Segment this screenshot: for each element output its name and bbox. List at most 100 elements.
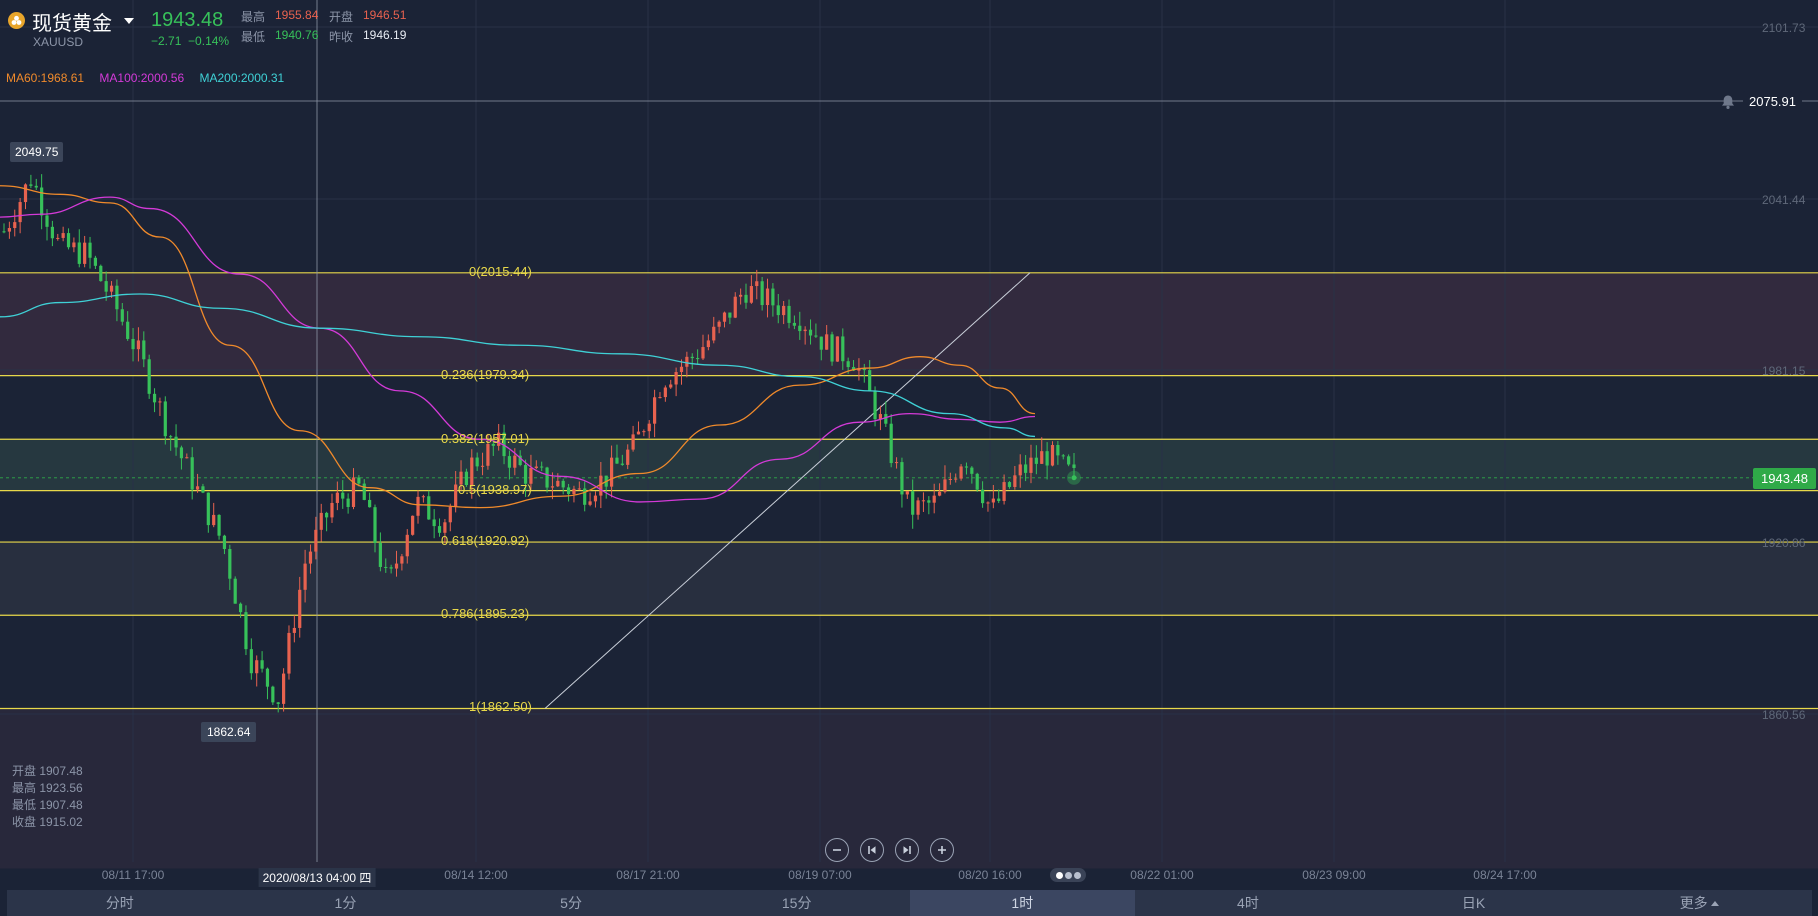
time-scroll-handle[interactable] — [1050, 868, 1086, 882]
jump-end-icon[interactable] — [895, 838, 919, 862]
candle-body — [341, 492, 345, 499]
candle-body — [1013, 475, 1017, 487]
candle-body — [72, 242, 76, 248]
candle-body — [99, 265, 103, 282]
candle-body — [776, 305, 780, 316]
jump-start-icon[interactable] — [860, 838, 884, 862]
candle-body — [674, 372, 678, 385]
candle-body — [803, 329, 807, 332]
candle-body — [29, 184, 33, 186]
chevron-down-icon[interactable] — [124, 18, 134, 24]
candle-body — [66, 233, 71, 248]
candle-body — [56, 237, 60, 239]
candle-body — [152, 393, 157, 403]
candle-body — [23, 184, 28, 203]
candle-body — [932, 495, 936, 503]
tab-1hour[interactable]: 1时 — [909, 890, 1136, 916]
tab-fenshi[interactable]: 分时 — [7, 890, 233, 916]
zoom-in-icon[interactable] — [930, 838, 954, 862]
candle-body — [77, 242, 81, 264]
candle-body — [577, 488, 581, 490]
candle-body — [244, 612, 248, 650]
candle-body — [1045, 451, 1049, 466]
candle-body — [927, 500, 931, 503]
candle-body — [185, 457, 189, 459]
candle-body — [7, 228, 11, 232]
time-tick: 08/23 09:00 — [1302, 868, 1366, 882]
ma100-label: MA100:2000.56 — [99, 71, 185, 85]
chart-area[interactable]: 现货黄金 XAUUSD 1943.48 −2.71 −0.14% 最高 1955… — [0, 0, 1818, 890]
candle-body — [443, 522, 447, 533]
candle-body — [427, 496, 431, 520]
candle-body — [319, 512, 323, 530]
tab-more[interactable]: 更多 — [1586, 890, 1812, 916]
candle-body — [206, 492, 210, 526]
tab-4hour[interactable]: 4时 — [1135, 890, 1361, 916]
tab-daily[interactable]: 日K — [1361, 890, 1587, 916]
fib-level-label: 0.618(1920.92) — [441, 533, 530, 548]
candle-body — [948, 478, 952, 480]
symbol-code: XAUUSD — [33, 35, 84, 49]
zoom-out-icon[interactable] — [825, 838, 849, 862]
candle-body — [696, 358, 700, 360]
candle-body — [83, 242, 87, 264]
candle-body — [986, 502, 990, 504]
candle-body — [653, 397, 657, 424]
candle-body — [335, 492, 339, 503]
candle-body — [271, 686, 275, 703]
candle-body — [921, 500, 926, 502]
candle-body — [1018, 464, 1022, 476]
candle-body — [620, 463, 624, 465]
candle-body — [104, 281, 108, 292]
candle-body — [357, 477, 361, 484]
candle-body — [265, 668, 270, 687]
candle-body — [480, 465, 485, 467]
price-tick: 2041.44 — [1762, 193, 1806, 207]
candle-body — [760, 281, 764, 306]
candle-body — [991, 498, 995, 503]
candle-body — [308, 551, 313, 564]
candle-body — [437, 526, 442, 533]
candle-body — [712, 326, 716, 341]
candle-body — [894, 462, 899, 464]
high-label: 最高 — [241, 10, 266, 24]
crosshair-price-tag: 2075.91 — [1743, 91, 1802, 112]
candle-body — [1067, 456, 1071, 465]
candle-body — [561, 480, 565, 488]
candle-body — [679, 366, 684, 373]
fib-zone-band — [0, 491, 1818, 542]
candle-body — [830, 334, 834, 362]
fib-level-label: 1(1862.50) — [469, 699, 532, 714]
candle-body — [276, 702, 280, 704]
candle-body — [534, 466, 538, 468]
candle-body — [749, 286, 753, 303]
candle-body — [733, 296, 737, 318]
candle-body — [782, 305, 786, 316]
bell-icon[interactable] — [1717, 92, 1739, 112]
candle-body — [744, 294, 748, 303]
chart-canvas[interactable] — [0, 0, 1818, 890]
candle-body — [384, 566, 388, 568]
candle-body — [13, 222, 17, 229]
candle-body — [394, 563, 399, 569]
candle-body — [868, 370, 872, 392]
symbol-name[interactable]: 现货黄金 — [32, 7, 112, 36]
candle-body — [1056, 444, 1060, 456]
candle-body — [378, 542, 382, 567]
tab-5min[interactable]: 5分 — [458, 890, 684, 916]
candle-body — [325, 512, 329, 518]
candle-body — [583, 488, 587, 505]
time-tick: 08/11 17:00 — [101, 868, 165, 882]
candle-body — [798, 325, 802, 332]
candle-body — [523, 465, 528, 484]
candle-body — [109, 285, 114, 292]
current-price-tag: 1943.48 — [1753, 468, 1816, 489]
tab-1min[interactable]: 1分 — [233, 890, 459, 916]
period-tab-bar: 分时 1分 5分 15分 1时 4时 日K 更多 — [7, 890, 1812, 916]
candle-body — [233, 578, 237, 604]
tab-15min[interactable]: 15分 — [684, 890, 910, 916]
candle-body — [997, 498, 1001, 501]
candle-body — [980, 489, 985, 504]
candle-body — [475, 457, 479, 467]
candle-body — [658, 397, 662, 399]
